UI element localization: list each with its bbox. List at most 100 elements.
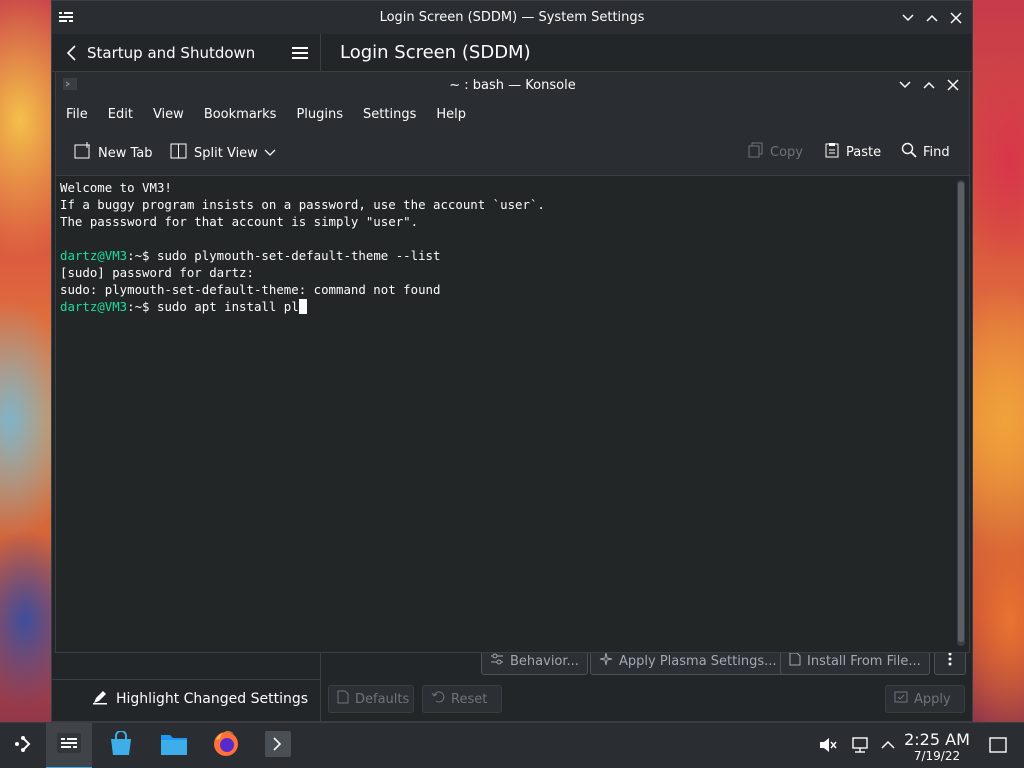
- new-tab-button[interactable]: New Tab: [74, 142, 153, 164]
- prompt-path: :~$: [127, 248, 150, 263]
- konsole-window: ~ : bash — Konsole File Edit View Bookma…: [55, 71, 970, 653]
- sparkle-icon: [599, 652, 613, 670]
- apply-icon: [894, 690, 908, 708]
- terminal-line: If a buggy program insists on a password…: [60, 197, 545, 212]
- konsole-icon: [264, 730, 292, 762]
- menu-view[interactable]: View: [153, 107, 184, 122]
- task-file-manager[interactable]: [151, 723, 197, 768]
- terminal-line: The passsword for that account is simply…: [60, 214, 419, 229]
- settings-window-title: Login Screen (SDDM) — System Settings: [379, 10, 645, 25]
- task-firefox[interactable]: [203, 723, 249, 768]
- network-icon[interactable]: [850, 735, 870, 755]
- split-view-button[interactable]: Split View: [170, 142, 276, 164]
- clock-date: 7/19/22: [913, 749, 961, 763]
- prompt-user: dartz@VM3: [60, 299, 128, 314]
- konsole-window-title: ~ : bash — Konsole: [449, 77, 576, 93]
- reset-button[interactable]: Reset: [422, 685, 502, 713]
- apply-button[interactable]: Apply: [885, 685, 965, 713]
- split-view-label: Split View: [194, 145, 258, 161]
- new-tab-icon: [74, 142, 92, 164]
- terminal-line: [sudo] password for dartz:: [60, 265, 254, 280]
- defaults-label: Defaults: [355, 691, 410, 707]
- file-icon: [789, 652, 801, 670]
- document-icon: [337, 690, 349, 708]
- highlighter-icon: [92, 689, 108, 709]
- minimize-icon[interactable]: [895, 75, 915, 95]
- show-hidden-icons-icon[interactable]: [878, 735, 898, 755]
- clock[interactable]: 2:25 AM 7/19/22: [902, 730, 972, 764]
- command-text: sudo plymouth-set-default-theme --list: [149, 248, 441, 263]
- prompt-user: dartz@VM3: [60, 248, 128, 263]
- copy-label: Copy: [770, 144, 803, 160]
- menu-bookmarks[interactable]: Bookmarks: [204, 107, 277, 122]
- task-discover[interactable]: [98, 723, 144, 768]
- install-from-file-label: Install From File...: [807, 653, 921, 669]
- paste-label: Paste: [846, 144, 882, 160]
- back-arrow-icon[interactable]: [62, 43, 82, 63]
- application-launcher-button[interactable]: [0, 723, 46, 768]
- undo-icon: [431, 690, 445, 708]
- settings-app-icon: [58, 10, 74, 24]
- apply-plasma-settings-label: Apply Plasma Settings...: [619, 653, 777, 669]
- maximize-icon[interactable]: [922, 8, 942, 28]
- defaults-button[interactable]: Defaults: [328, 685, 414, 713]
- terminal-output[interactable]: Welcome to VM3! If a buggy program insist…: [56, 176, 950, 652]
- apply-label: Apply: [914, 691, 951, 707]
- scrollbar-thumb[interactable]: [958, 182, 964, 642]
- copy-button[interactable]: Copy: [748, 142, 803, 162]
- close-icon[interactable]: [943, 75, 963, 95]
- terminal-scrollbar[interactable]: [957, 180, 965, 646]
- menu-settings[interactable]: Settings: [363, 107, 416, 122]
- clock-time: 2:25 AM: [904, 730, 970, 749]
- terminal-prompt-line: dartz@VM3:~$ sudo plymouth-set-default-t…: [60, 247, 946, 264]
- menu-help[interactable]: Help: [436, 107, 466, 122]
- terminal-line: Welcome to VM3!: [60, 180, 172, 195]
- konsole-menubar: File Edit View Bookmarks Plugins Setting…: [56, 98, 969, 130]
- highlight-changed-settings[interactable]: Highlight Changed Settings: [92, 689, 308, 709]
- copy-icon: [748, 142, 764, 162]
- search-icon: [901, 142, 917, 162]
- hamburger-menu-icon[interactable]: [290, 43, 310, 63]
- file-manager-icon: [160, 731, 188, 761]
- prompt-path: :~$: [127, 299, 150, 314]
- system-settings-icon: [56, 730, 82, 760]
- paste-icon: [824, 142, 840, 162]
- konsole-app-icon: [62, 76, 78, 92]
- maximize-icon[interactable]: [919, 75, 939, 95]
- taskbar: 2:25 AM 7/19/22: [0, 722, 1024, 768]
- behavior-label: Behavior...: [510, 653, 579, 669]
- task-system-settings[interactable]: [46, 723, 92, 768]
- terminal-prompt-line: dartz@VM3:~$ sudo apt install pl: [60, 298, 946, 315]
- highlight-changed-settings-label: Highlight Changed Settings: [116, 691, 309, 707]
- menu-edit[interactable]: Edit: [108, 107, 133, 122]
- back-label[interactable]: Startup and Shutdown: [87, 44, 255, 62]
- reset-label: Reset: [451, 691, 488, 707]
- page-title: Login Screen (SDDM): [340, 42, 531, 63]
- text-cursor: [298, 299, 307, 314]
- settings-titlebar[interactable]: Login Screen (SDDM) — System Settings: [52, 1, 972, 34]
- menu-file[interactable]: File: [66, 107, 88, 122]
- application-launcher-icon: [11, 732, 35, 760]
- sliders-icon: [490, 652, 504, 670]
- command-input[interactable]: sudo apt install pl: [150, 299, 299, 314]
- discover-icon: [108, 730, 134, 761]
- firefox-icon: [212, 730, 240, 762]
- task-konsole[interactable]: [255, 723, 301, 768]
- volume-muted-icon[interactable]: [818, 735, 838, 755]
- find-button[interactable]: Find: [901, 142, 950, 162]
- find-label: Find: [923, 144, 950, 160]
- menu-plugins[interactable]: Plugins: [296, 107, 343, 122]
- settings-header: Startup and Shutdown Login Screen (SDDM): [52, 34, 972, 72]
- show-desktop-icon[interactable]: [988, 735, 1008, 755]
- split-view-icon: [170, 142, 188, 164]
- konsole-titlebar[interactable]: ~ : bash — Konsole: [56, 72, 969, 98]
- paste-button[interactable]: Paste: [824, 142, 881, 162]
- terminal-line: sudo: plymouth-set-default-theme: comman…: [60, 282, 441, 297]
- minimize-icon[interactable]: [898, 8, 918, 28]
- vertical-ellipsis-icon: [948, 652, 952, 670]
- close-icon[interactable]: [946, 8, 966, 28]
- konsole-toolbar: New Tab Split View Copy Paste Find: [56, 130, 969, 176]
- chevron-down-icon[interactable]: [264, 146, 276, 161]
- new-tab-label: New Tab: [98, 145, 153, 161]
